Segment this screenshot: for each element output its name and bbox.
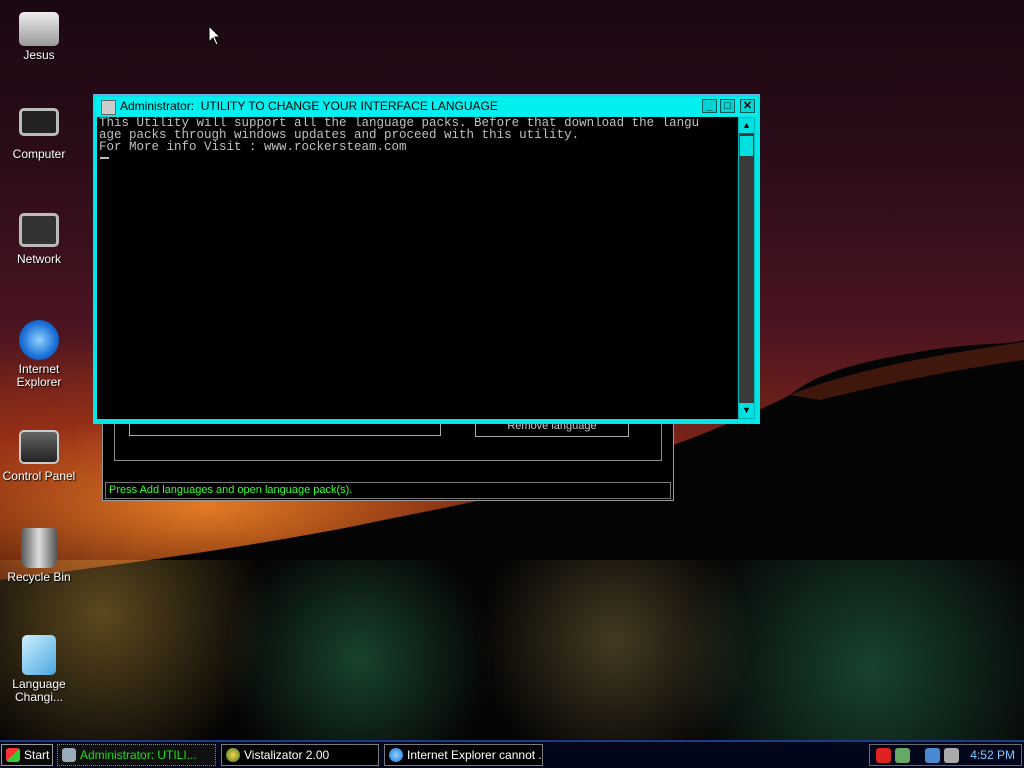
control-panel-icon <box>19 430 59 464</box>
desktop-icon-network[interactable]: Network <box>0 213 78 266</box>
vertical-scrollbar[interactable]: ▲ ▼ <box>738 117 755 419</box>
desktop-icon-label: Network <box>16 252 61 266</box>
internet-explorer-icon <box>389 748 403 762</box>
console-title: Administrator: UTILITY TO CHANGE YOUR IN… <box>120 99 498 113</box>
desktop-icon-label: Internet Explorer <box>16 362 62 389</box>
desktop-icon-label: Control Panel <box>2 469 76 483</box>
monitor-icon <box>19 108 59 136</box>
update-icon[interactable] <box>895 748 910 763</box>
close-button[interactable]: ✕ <box>740 99 755 113</box>
console-app-icon[interactable] <box>101 100 116 115</box>
scroll-up-button[interactable]: ▲ <box>739 118 754 133</box>
desktop-icon-label: Jesus <box>23 48 55 62</box>
network-status-icon[interactable] <box>925 748 940 763</box>
taskbar-item-internet-explorer[interactable]: Internet Explorer cannot ... <box>384 744 543 766</box>
clock[interactable]: 4:52 PM <box>970 748 1015 762</box>
desktop-icon-label: Recycle Bin <box>7 570 71 584</box>
system-tray: 4:52 PM <box>869 744 1022 766</box>
desktop-icon-label: Computer <box>12 147 66 161</box>
mouse-cursor-icon <box>208 25 222 46</box>
start-button[interactable]: Start <box>1 744 53 766</box>
recycle-bin-icon <box>21 528 57 568</box>
windows-logo-icon <box>6 748 20 762</box>
taskbar-item-administrator[interactable]: Administrator: UTILI... <box>57 744 216 766</box>
scroll-thumb[interactable] <box>740 136 753 156</box>
start-label: Start <box>24 748 50 762</box>
console-line: For More info Visit : www.rockersteam.co… <box>99 140 407 154</box>
taskbar-item-label: Internet Explorer cannot ... <box>407 748 543 762</box>
language-changer-icon <box>22 635 56 675</box>
vistalizator-icon <box>226 748 240 762</box>
status-bar: Press Add languages and open language pa… <box>105 482 671 499</box>
console-title-bar[interactable]: Administrator: UTILITY TO CHANGE YOUR IN… <box>96 97 757 116</box>
desktop-icon-internet-explorer[interactable]: Internet Explorer <box>0 320 78 389</box>
taskbar-item-label: Vistalizator 2.00 <box>244 748 330 762</box>
network-icon <box>19 213 59 247</box>
taskbar: Start Administrator: UTILI... Vistalizat… <box>0 740 1024 768</box>
volume-muted-icon[interactable] <box>944 748 959 763</box>
console-app-icon <box>62 748 76 762</box>
desktop-icon-control-panel[interactable]: Control Panel <box>0 430 78 483</box>
text-cursor <box>100 157 109 159</box>
desktop-icon-label: Language Changi... <box>12 677 66 704</box>
taskbar-item-label: Administrator: UTILI... <box>80 748 197 762</box>
desktop-icon-recycle-bin[interactable]: Recycle Bin <box>0 528 78 584</box>
city-lights <box>0 560 1024 740</box>
minimize-button[interactable]: _ <box>702 99 717 113</box>
maximize-button[interactable]: □ <box>720 99 735 113</box>
taskbar-item-vistalizator[interactable]: Vistalizator 2.00 <box>221 744 379 766</box>
printer-icon <box>19 12 59 46</box>
console-output[interactable]: This Utility will support all the langua… <box>97 117 738 419</box>
desktop-icon-language-changer[interactable]: Language Changi... <box>0 635 78 704</box>
desktop-icon-jesus[interactable]: Jesus <box>0 12 78 62</box>
internet-explorer-icon <box>19 320 59 360</box>
scroll-down-button[interactable]: ▼ <box>739 403 754 418</box>
console-window[interactable]: Administrator: UTILITY TO CHANGE YOUR IN… <box>93 94 760 424</box>
security-shield-icon[interactable] <box>876 748 891 763</box>
desktop-icon-computer[interactable]: Computer <box>0 108 78 161</box>
